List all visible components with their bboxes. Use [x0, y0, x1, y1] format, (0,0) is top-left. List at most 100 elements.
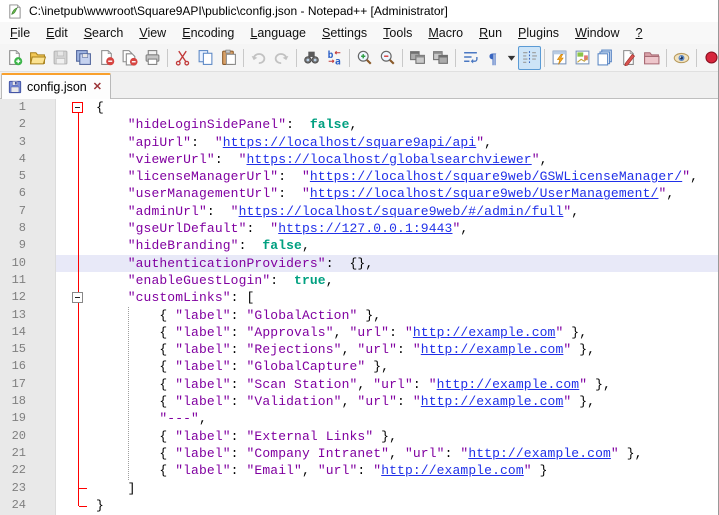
- toolbar-separator: [349, 49, 350, 67]
- function-list-button[interactable]: [548, 46, 571, 70]
- copy-button[interactable]: [194, 46, 217, 70]
- document-edit-button[interactable]: [617, 46, 640, 70]
- line-number: 13: [0, 307, 26, 324]
- line-number: 24: [0, 497, 26, 514]
- menu-item-search[interactable]: Search: [76, 23, 132, 43]
- url-link[interactable]: https://localhost/globalsearchviewer: [247, 152, 532, 167]
- fold-collapse-marker[interactable]: [72, 102, 83, 113]
- url-link[interactable]: https://localhost/square9api/api: [223, 135, 476, 150]
- zoom-in-button[interactable]: [353, 46, 376, 70]
- menu-item-macro[interactable]: Macro: [420, 23, 471, 43]
- record-macro-button[interactable]: [700, 46, 718, 70]
- code-line[interactable]: { "label": "Scan Station", "url": "http:…: [96, 376, 718, 393]
- tab-config-json[interactable]: config.json ✕: [1, 73, 111, 99]
- code-editor[interactable]: 123456789101112131415161718192021222324 …: [0, 99, 718, 515]
- redo-button[interactable]: [270, 46, 293, 70]
- code-line[interactable]: "---",: [96, 410, 718, 427]
- code-line[interactable]: ]: [96, 480, 718, 497]
- show-all-characters-button[interactable]: ¶: [482, 46, 505, 70]
- word-wrap-button[interactable]: [459, 46, 482, 70]
- url-link[interactable]: http://example.com: [381, 463, 524, 478]
- menu-item-tools[interactable]: Tools: [375, 23, 420, 43]
- code-line[interactable]: "userManagementUrl": "https://localhost/…: [96, 185, 718, 202]
- folder-as-workspace-button[interactable]: [640, 46, 663, 70]
- fold-collapse-marker[interactable]: [72, 292, 83, 303]
- code-line[interactable]: {: [96, 99, 718, 116]
- paste-icon: [220, 49, 237, 66]
- code-line[interactable]: { "label": "Company Intranet", "url": "h…: [96, 445, 718, 462]
- indent-guide-button[interactable]: [518, 46, 541, 70]
- open-file-button[interactable]: [26, 46, 49, 70]
- url-link[interactable]: https://localhost/square9web/UserManagem…: [310, 186, 659, 201]
- menu-item-help[interactable]: ?: [628, 23, 651, 43]
- monitoring-eye-button[interactable]: [670, 46, 693, 70]
- print-button[interactable]: [141, 46, 164, 70]
- find-button[interactable]: [300, 46, 323, 70]
- menu-item-file[interactable]: File: [2, 23, 38, 43]
- menu-item-encoding[interactable]: Encoding: [174, 23, 242, 43]
- sync-horizontal-scroll-button[interactable]: [429, 46, 452, 70]
- url-link[interactable]: https://127.0.0.1:9443: [278, 221, 452, 236]
- fold-margin[interactable]: [56, 99, 96, 515]
- url-link[interactable]: http://example.com: [421, 342, 564, 357]
- code-line[interactable]: { "label": "Approvals", "url": "http://e…: [96, 324, 718, 341]
- line-number: 18: [0, 393, 26, 410]
- document-list-button[interactable]: [594, 46, 617, 70]
- svg-text:a: a: [335, 56, 341, 66]
- save-button[interactable]: [49, 46, 72, 70]
- url-link[interactable]: http://example.com: [437, 377, 580, 392]
- code-line[interactable]: { "label": "GlobalAction" },: [96, 307, 718, 324]
- line-number: 2: [0, 116, 26, 133]
- document-map-icon: [574, 49, 591, 66]
- code-area[interactable]: { "hideLoginSidePanel": false, "apiUrl":…: [96, 99, 718, 515]
- menu-item-settings[interactable]: Settings: [314, 23, 375, 43]
- sync-vertical-scroll-button[interactable]: [406, 46, 429, 70]
- code-line[interactable]: { "label": "Validation", "url": "http://…: [96, 393, 718, 410]
- code-line[interactable]: "hideLoginSidePanel": false,: [96, 116, 718, 133]
- new-file-button[interactable]: [3, 46, 26, 70]
- line-number: 10: [0, 255, 26, 272]
- menu-item-run[interactable]: Run: [471, 23, 510, 43]
- title-bar: C:\inetpub\wwwroot\Square9API\public\con…: [0, 0, 718, 22]
- replace-icon: ba: [326, 49, 343, 66]
- menu-item-plugins[interactable]: Plugins: [510, 23, 567, 43]
- menu-item-language[interactable]: Language: [242, 23, 314, 43]
- menu-item-window[interactable]: Window: [567, 23, 627, 43]
- code-line[interactable]: }: [96, 497, 718, 514]
- url-link[interactable]: http://example.com: [468, 446, 611, 461]
- replace-button[interactable]: ba: [323, 46, 346, 70]
- code-line[interactable]: "apiUrl": "https://localhost/square9api/…: [96, 134, 718, 151]
- paste-button[interactable]: [217, 46, 240, 70]
- code-line[interactable]: { "label": "Rejections", "url": "http://…: [96, 341, 718, 358]
- code-line[interactable]: "licenseManagerUrl": "https://localhost/…: [96, 168, 718, 185]
- zoom-out-button[interactable]: [376, 46, 399, 70]
- tab-close-icon[interactable]: ✕: [92, 81, 103, 93]
- url-link[interactable]: https://localhost/square9web/#/admin/ful…: [239, 204, 564, 219]
- menu-item-view[interactable]: View: [131, 23, 174, 43]
- code-line[interactable]: "customLinks": [: [96, 289, 718, 306]
- undo-button[interactable]: [247, 46, 270, 70]
- code-line[interactable]: "adminUrl": "https://localhost/square9we…: [96, 203, 718, 220]
- code-line[interactable]: "gseUrlDefault": "https://127.0.0.1:9443…: [96, 220, 718, 237]
- cut-button[interactable]: [171, 46, 194, 70]
- code-line[interactable]: "viewerUrl": "https://localhost/globalse…: [96, 151, 718, 168]
- code-line[interactable]: "hideBranding": false,: [96, 237, 718, 254]
- line-number: 7: [0, 203, 26, 220]
- url-link[interactable]: https://localhost/square9web/GSWLicenseM…: [310, 169, 682, 184]
- code-line[interactable]: { "label": "External Links" },: [96, 428, 718, 445]
- code-line[interactable]: "authenticationProviders": {},: [96, 255, 718, 272]
- menu-item-edit[interactable]: Edit: [38, 23, 76, 43]
- code-line[interactable]: { "label": "Email", "url": "http://examp…: [96, 462, 718, 479]
- url-link[interactable]: http://example.com: [413, 325, 556, 340]
- url-link[interactable]: http://example.com: [421, 394, 564, 409]
- line-number: 23: [0, 480, 26, 497]
- code-line[interactable]: { "label": "GlobalCapture" },: [96, 358, 718, 375]
- code-line[interactable]: "enableGuestLogin": true,: [96, 272, 718, 289]
- save-icon: [52, 49, 69, 66]
- document-map-button[interactable]: [571, 46, 594, 70]
- close-all-button[interactable]: [118, 46, 141, 70]
- chevron-down-button[interactable]: [505, 46, 518, 70]
- line-number: 20: [0, 428, 26, 445]
- close-file-button[interactable]: [95, 46, 118, 70]
- save-all-button[interactable]: [72, 46, 95, 70]
